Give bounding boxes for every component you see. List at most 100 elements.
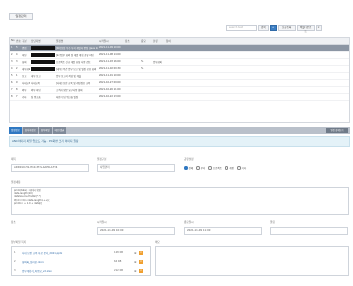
alarm-label: 알림 — [270, 221, 275, 224]
table-cell: 2021-10-27 09:00 — [99, 81, 121, 85]
title-field[interactable]: ADD010-H1-H10-3T-S-4AH6-A7Y4 — [11, 164, 89, 172]
table-cell — [30, 67, 55, 71]
share-radio-group: 전체 부서 프로젝트 개인 기타 — [184, 166, 246, 170]
col-header[interactable]: 분류 — [152, 39, 165, 43]
excel-download-button[interactable]: 엑셀다운로드 — [296, 24, 315, 33]
add-button[interactable]: + — [269, 24, 277, 31]
file-size: 64 KB — [114, 260, 122, 263]
grid-header: No 번호 구분 담당자명 일정명 시작일시 장소 중요 분류 참여 — [10, 38, 349, 45]
radio-all[interactable]: 전체 — [184, 166, 193, 170]
tab-memo[interactable]: 메모/댓글 — [52, 127, 68, 134]
radio-dot — [224, 166, 229, 170]
redacted-name — [31, 53, 55, 57]
file-remove-button[interactable]: × — [139, 268, 143, 273]
search-button[interactable]: 검색 — [258, 24, 269, 31]
new-button[interactable]: 신규등록 — [277, 24, 296, 31]
table-cell: [KC]모집 우수 부서 개발자 면접 (Java 1차 면접)... — [56, 46, 98, 50]
col-header[interactable]: 시작일시 — [98, 39, 124, 43]
table-cell — [30, 53, 55, 57]
table-cell: 2021-10-26 11:00 — [99, 88, 121, 92]
table-cell: 기타 — [22, 95, 27, 99]
radio-project[interactable]: 프로젝트 — [208, 166, 222, 170]
share-label: 공유설정 — [184, 158, 194, 161]
table-cell: 외부 — [22, 88, 27, 92]
content-line: println i + 1.0 + data[i] — [14, 201, 42, 205]
table-row[interactable]: 5 1 보고 내부 보고 업무 보고서 작성 및 제출 2021-11-01 10:00 — [10, 73, 349, 80]
col-header[interactable]: 구분 — [21, 39, 30, 43]
plus-icon: + — [272, 25, 275, 29]
file-link[interactable]: 사내 보안 교육 자료 문서_2021.pptx — [22, 251, 114, 255]
file-index: 3 — [14, 269, 16, 272]
title-label: 제목 — [11, 158, 16, 161]
attachment-list: 1 사내 보안 교육 자료 문서_2021.pptx 128 KB ⊕ × 2 … — [11, 246, 151, 276]
col-header[interactable]: 장소 — [124, 39, 140, 43]
table-cell: 2021-11-03 16:00 — [99, 60, 121, 64]
table-cell: 2021-11-08 14:00 — [99, 53, 121, 57]
start-field[interactable]: 2021-11-09 10:00 — [97, 227, 175, 235]
file-size: 128 KB — [114, 251, 123, 254]
file-link[interactable]: 회의록_정리본.docx — [22, 260, 114, 264]
table-row[interactable]: 8 7 기타 팀 워크숍 하반기 팀 워크숍 일정 2021-10-22 13:00 — [10, 94, 349, 101]
table-cell: % — [141, 67, 144, 71]
col-header[interactable]: 참여 — [165, 39, 177, 43]
table-cell: 프로젝트 신규 개발 요청 사항 검토 — [56, 60, 91, 64]
table-cell: 2021-10-22 13:00 — [99, 95, 121, 99]
table-cell: [내부] 주간 업무 보고 및 일정 공유 회의 — [56, 67, 97, 71]
table-cell: 2021-11-09 10:00 — [99, 46, 121, 50]
redacted-name — [31, 46, 55, 50]
table-cell: 내부 보고 — [31, 74, 41, 78]
table-row[interactable]: 7 8 외부 외부 미팅 고객사 방문 요구사항 협의 2021-10-26 11:00 — [10, 87, 349, 94]
schedule-grid: No 번호 구분 담당자명 일정명 시작일시 장소 중요 분류 참여 1 5 면접[… — [9, 37, 350, 123]
detail-view-button[interactable]: 일정 상세보기 — [326, 128, 348, 133]
redacted-name — [31, 60, 55, 64]
table-row[interactable]: 3 3 회의 프로젝트 신규 개발 요청 사항 검토 2021-11-03 16:00%… — [10, 59, 349, 66]
search-input[interactable]: search text — [226, 24, 257, 31]
col-header[interactable]: 담당자명 — [30, 39, 55, 43]
table-cell: 외부 미팅 — [31, 88, 41, 92]
table-row[interactable]: 4 2 내부회의 [내부] 주간 업무 보고 및 일정 공유 회의 2021-11-02… — [10, 66, 349, 73]
radio-dept[interactable]: 부서 — [196, 166, 205, 170]
col-header[interactable]: 일정명 — [55, 39, 98, 43]
table-row[interactable]: 15면접[KC]모집 우수 부서 개발자 면접 (Java 1차 면접)...2… — [10, 45, 349, 52]
radio-dot — [196, 166, 200, 170]
alarm-field[interactable] — [270, 227, 348, 235]
table-cell: 업무 보고서 작성 및 제출 — [56, 74, 82, 78]
tab-schedule-info[interactable]: 일정정보 — [9, 127, 23, 134]
table-cell: 회의 — [22, 60, 27, 64]
table-cell: % — [141, 60, 144, 64]
content-textarea[interactable]: print(data) : 데이터 확인 data.length(10) dat… — [11, 187, 349, 215]
table-cell: 업무회의 — [153, 60, 162, 64]
memo-label: 메모 — [155, 241, 160, 244]
table-cell: 팀 워크숍 — [31, 95, 41, 99]
table-cell: 내부회의 — [22, 67, 30, 71]
radio-label: 개인 — [229, 167, 235, 170]
col-header[interactable]: 중요 — [140, 39, 152, 43]
type-field[interactable]: 사업관리 — [97, 164, 175, 172]
info-strip: ANC이미지 파일 업로드 가능 · PC화면 크기 이미지 권장 — [9, 136, 350, 147]
table-cell: [사내] 보안 교육 및 개인정보 교육 — [56, 81, 91, 85]
radio-etc[interactable]: 기타 — [237, 166, 246, 170]
file-remove-button[interactable]: × — [139, 250, 143, 255]
tab-schedule[interactable]: 일정관리 — [9, 13, 33, 20]
type-label: 일정구분 — [97, 158, 107, 161]
table-cell: 사내교육 — [31, 81, 40, 85]
file-remove-button[interactable]: × — [139, 259, 143, 264]
tab-attendees[interactable]: 참석자정보 — [22, 127, 39, 134]
table-cell: 사내교육 — [22, 81, 30, 85]
radio-personal[interactable]: 개인 — [224, 166, 235, 170]
start-label: 시작일시 — [97, 221, 107, 224]
end-field[interactable]: 2021-11-09 11:00 — [184, 227, 262, 235]
table-row[interactable]: 6 9 사내교육 사내교육 [사내] 보안 교육 및 개인정보 교육 2021-10-27… — [10, 80, 349, 87]
memo-box[interactable] — [155, 246, 349, 276]
file-link[interactable]: 업무계획서_최종본_v2.xlsx — [22, 269, 114, 273]
table-cell: 2021-11-02 09:30 — [99, 67, 121, 71]
file-row: 3 업무계획서_최종본_v2.xlsx 212 KB ⊕ × — [14, 267, 150, 274]
table-cell: 면접 — [22, 46, 27, 50]
tab-attachments[interactable]: 첨부파일 — [38, 127, 53, 134]
table-row[interactable]: 2 4 미팅 [kc]업무 회의 및 개발 계획 공유 미팅 2021-11-08 14… — [10, 52, 349, 59]
table-cell: 고객사 방문 요구사항 협의 — [56, 88, 83, 92]
radio-label: 기타 — [241, 167, 247, 170]
close-button[interactable]: × — [315, 24, 322, 31]
end-label: 종료일시 — [184, 221, 194, 224]
table-cell: 하반기 팀 워크숍 일정 — [56, 95, 79, 99]
